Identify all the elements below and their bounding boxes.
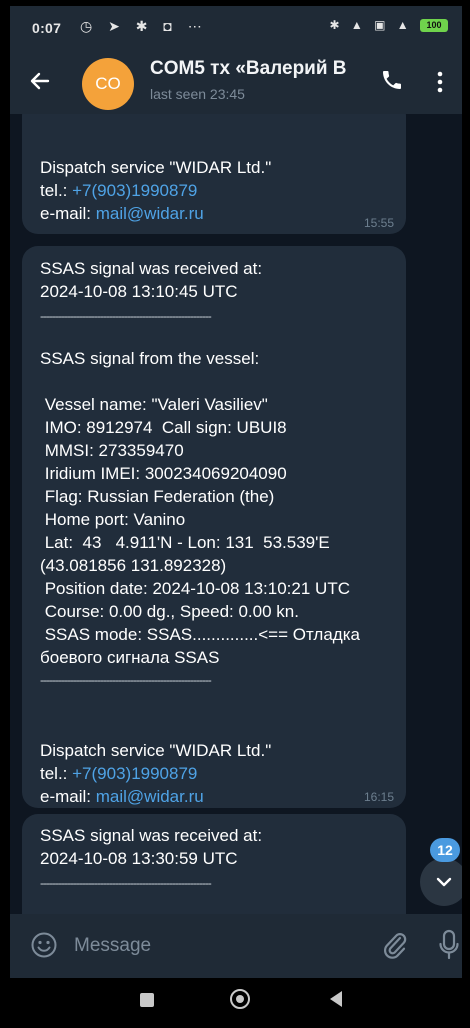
ssas-received-label: SSAS signal was received at: <box>40 826 263 845</box>
vessel-mmsi: MMSI: 273359470 <box>40 441 184 460</box>
message-input[interactable] <box>72 930 366 962</box>
vessel-name: Vessel name: "Valeri Vasiliev" <box>40 395 268 414</box>
phone-link[interactable]: +7(903)1990879 <box>72 181 197 200</box>
course-speed: Course: 0.00 dg., Speed: 0.00 kn. <box>40 602 299 621</box>
arrow-left-icon <box>30 72 50 90</box>
more-options-button[interactable] <box>430 68 450 96</box>
system-back-button[interactable] <box>330 991 342 1007</box>
chat-title[interactable]: COM5 тх «Валерий В <box>150 58 374 80</box>
separator: ----------------------------------------… <box>40 673 212 687</box>
message-list[interactable]: Dispatch service "WIDAR Ltd." tel.: +7(9… <box>10 114 462 914</box>
message-bubble[interactable]: SSAS signal was received at: 2024-10-08 … <box>22 246 406 808</box>
call-button[interactable] <box>380 68 408 96</box>
battery-icon: 100 <box>420 19 448 33</box>
tel-line: tel.: +7(903)1990879 <box>40 179 392 202</box>
tel-label: tel.: <box>40 764 73 783</box>
vessel-coordinates: (43.081856 131.892328) <box>40 556 227 575</box>
ssas-received-label: SSAS signal was received at: <box>40 259 263 278</box>
message-bubble[interactable]: SSAS signal was received at: 2024-10-08 … <box>22 814 406 914</box>
notification-icons: ◷ ➤ ✱ ◘ ⋯ <box>80 18 208 34</box>
more-vertical-icon <box>437 71 443 93</box>
separator: ----------------------------------------… <box>40 309 212 323</box>
last-seen-status: last seen 23:45 <box>150 86 245 102</box>
status-time: 0:07 <box>32 20 62 36</box>
emoji-button[interactable] <box>30 931 58 959</box>
position-date: Position date: 2024-10-08 13:10:21 UTC <box>40 579 350 598</box>
emoji-icon <box>31 932 57 958</box>
phone-link[interactable]: +7(903)1990879 <box>72 764 197 783</box>
chat-header: CO COM5 тх «Валерий В last seen 23:45 <box>10 50 462 114</box>
vessel-lat-lon: Lat: 43 4.911'N - Lon: 131 53.539'E <box>40 533 330 552</box>
ssas-received-time: 2024-10-08 13:10:45 UTC <box>40 282 238 301</box>
unread-count-badge: 12 <box>430 838 460 862</box>
vessel-imo: IMO: 8912974 Call sign: UBUI8 <box>40 418 287 437</box>
microphone-button[interactable] <box>438 928 460 962</box>
email-link[interactable]: mail@widar.ru <box>96 787 204 806</box>
message-composer <box>10 914 462 978</box>
phone-screen: 0:07 ◷ ➤ ✱ ◘ ⋯ ✱ ▲ ▣ ▲ 100 CO COM5 тх «В… <box>10 6 462 1024</box>
chevron-down-icon <box>436 877 452 887</box>
email-label: e-mail: <box>40 204 96 223</box>
microphone-icon <box>439 929 459 960</box>
ssas-received-time: 2024-10-08 13:30:59 UTC <box>40 849 238 868</box>
message-bubble[interactable]: Dispatch service "WIDAR Ltd." tel.: +7(9… <box>22 114 406 234</box>
dispatch-service-text: Dispatch service "WIDAR Ltd." <box>40 741 272 760</box>
back-button[interactable] <box>28 66 58 96</box>
recent-apps-button[interactable] <box>140 993 154 1007</box>
email-line: e-mail: mail@widar.ru <box>40 785 392 808</box>
ssas-mode: SSAS mode: SSAS..............<== Отладка <box>40 625 360 644</box>
status-bar: 0:07 ◷ ➤ ✱ ◘ ⋯ ✱ ▲ ▣ ▲ 100 <box>10 6 462 50</box>
ssas-mode-note: боевого сигнала SSAS <box>40 648 220 667</box>
system-icons: ✱ ▲ ▣ ▲ 100 <box>329 18 448 33</box>
dispatch-service-text: Dispatch service "WIDAR Ltd." <box>40 158 272 177</box>
vessel-home-port: Home port: Vanino <box>40 510 186 529</box>
home-button[interactable] <box>230 989 250 1009</box>
signal-icons: ✱ ▲ ▣ ▲ <box>329 18 413 32</box>
tel-label: tel.: <box>40 181 73 200</box>
email-label: e-mail: <box>40 787 96 806</box>
message-time: 15:55 <box>363 216 394 230</box>
email-line: e-mail: mail@widar.ru <box>40 202 392 225</box>
paperclip-icon <box>384 933 407 959</box>
email-link[interactable]: mail@widar.ru <box>96 204 204 223</box>
tel-line: tel.: +7(903)1990879 <box>40 762 392 785</box>
system-navigation-bar <box>10 978 462 1024</box>
ssas-from-vessel: SSAS signal from the vessel: <box>40 349 260 368</box>
phone-icon <box>383 71 401 89</box>
vessel-flag: Flag: Russian Federation (the) <box>40 487 275 506</box>
scroll-down-button[interactable] <box>420 858 462 906</box>
separator: ----------------------------------------… <box>40 876 212 890</box>
avatar[interactable]: CO <box>82 58 134 110</box>
vessel-imei: Iridium IMEI: 300234069204090 <box>40 464 287 483</box>
message-time: 16:15 <box>363 790 394 804</box>
attach-button[interactable] <box>380 930 408 960</box>
